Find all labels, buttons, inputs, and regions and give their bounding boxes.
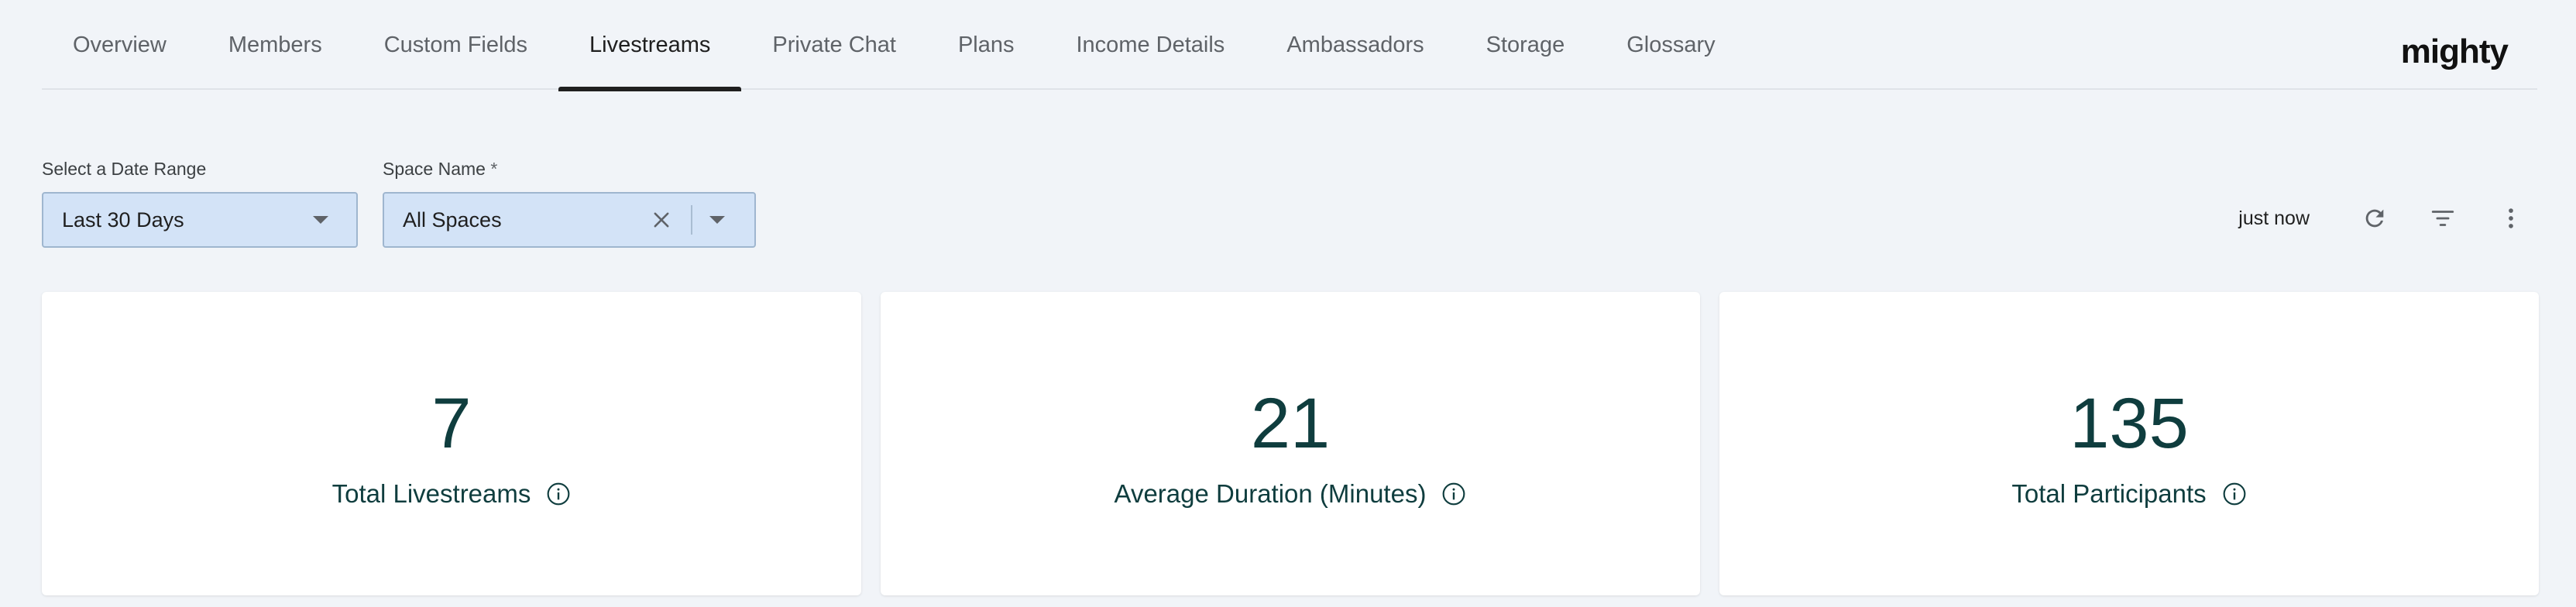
tab-list: Overview Members Custom Fields Livestrea… bbox=[42, 0, 1747, 91]
tab-storage[interactable]: Storage bbox=[1455, 0, 1596, 90]
filter-icon[interactable] bbox=[2421, 197, 2464, 240]
top-nav: Overview Members Custom Fields Livestrea… bbox=[42, 0, 2537, 91]
chevron-down-icon[interactable] bbox=[709, 216, 725, 224]
kpi-caption: Total Livestreams bbox=[42, 479, 861, 509]
last-updated-text: just now bbox=[2238, 207, 2310, 229]
space-name-value: All Spaces bbox=[403, 207, 502, 231]
kpi-card-total-participants: 135 Total Participants bbox=[1719, 292, 2539, 595]
dashboard-page: Overview Members Custom Fields Livestrea… bbox=[0, 0, 2576, 607]
kpi-label: Total Participants bbox=[2011, 479, 2207, 508]
refresh-icon[interactable] bbox=[2353, 197, 2396, 240]
select-divider bbox=[691, 205, 692, 235]
space-name-label-text: Space Name bbox=[383, 159, 486, 179]
date-range-value: Last 30 Days bbox=[62, 207, 184, 231]
date-range-select[interactable]: Last 30 Days bbox=[42, 192, 358, 248]
tab-livestreams[interactable]: Livestreams bbox=[558, 0, 742, 91]
chevron-down-icon bbox=[313, 216, 328, 224]
brand-logo: mighty bbox=[2400, 33, 2509, 70]
tab-members[interactable]: Members bbox=[197, 0, 353, 90]
tab-plans[interactable]: Plans bbox=[927, 0, 1046, 90]
info-icon[interactable] bbox=[546, 482, 571, 506]
kpi-caption: Average Duration (Minutes) bbox=[881, 479, 1700, 509]
tab-glossary[interactable]: Glossary bbox=[1595, 0, 1746, 90]
dashboard-toolbar: just now bbox=[2238, 197, 2533, 240]
tab-income-details[interactable]: Income Details bbox=[1046, 0, 1256, 90]
info-icon[interactable] bbox=[2222, 482, 2247, 506]
tab-overview[interactable]: Overview bbox=[42, 0, 197, 90]
info-icon[interactable] bbox=[1441, 482, 1466, 506]
more-vert-icon[interactable] bbox=[2489, 197, 2533, 240]
kpi-caption: Total Participants bbox=[1719, 479, 2539, 509]
clear-icon[interactable] bbox=[646, 204, 677, 235]
kpi-card-total-livestreams: 7 Total Livestreams bbox=[42, 292, 861, 595]
kpi-card-average-duration: 21 Average Duration (Minutes) bbox=[881, 292, 1700, 595]
tab-custom-fields[interactable]: Custom Fields bbox=[353, 0, 558, 90]
space-name-label: Space Name * bbox=[383, 159, 497, 180]
kpi-value: 135 bbox=[2069, 384, 2189, 463]
kpi-label: Total Livestreams bbox=[331, 479, 531, 508]
tab-private-chat[interactable]: Private Chat bbox=[741, 0, 927, 90]
kpi-value: 21 bbox=[1250, 384, 1331, 463]
date-range-label: Select a Date Range bbox=[42, 159, 207, 179]
space-name-select[interactable]: All Spaces bbox=[383, 192, 756, 248]
tab-ambassadors[interactable]: Ambassadors bbox=[1255, 0, 1455, 90]
kpi-value: 7 bbox=[431, 384, 472, 463]
kpi-label: Average Duration (Minutes) bbox=[1114, 479, 1427, 508]
required-mark: * bbox=[490, 159, 498, 179]
